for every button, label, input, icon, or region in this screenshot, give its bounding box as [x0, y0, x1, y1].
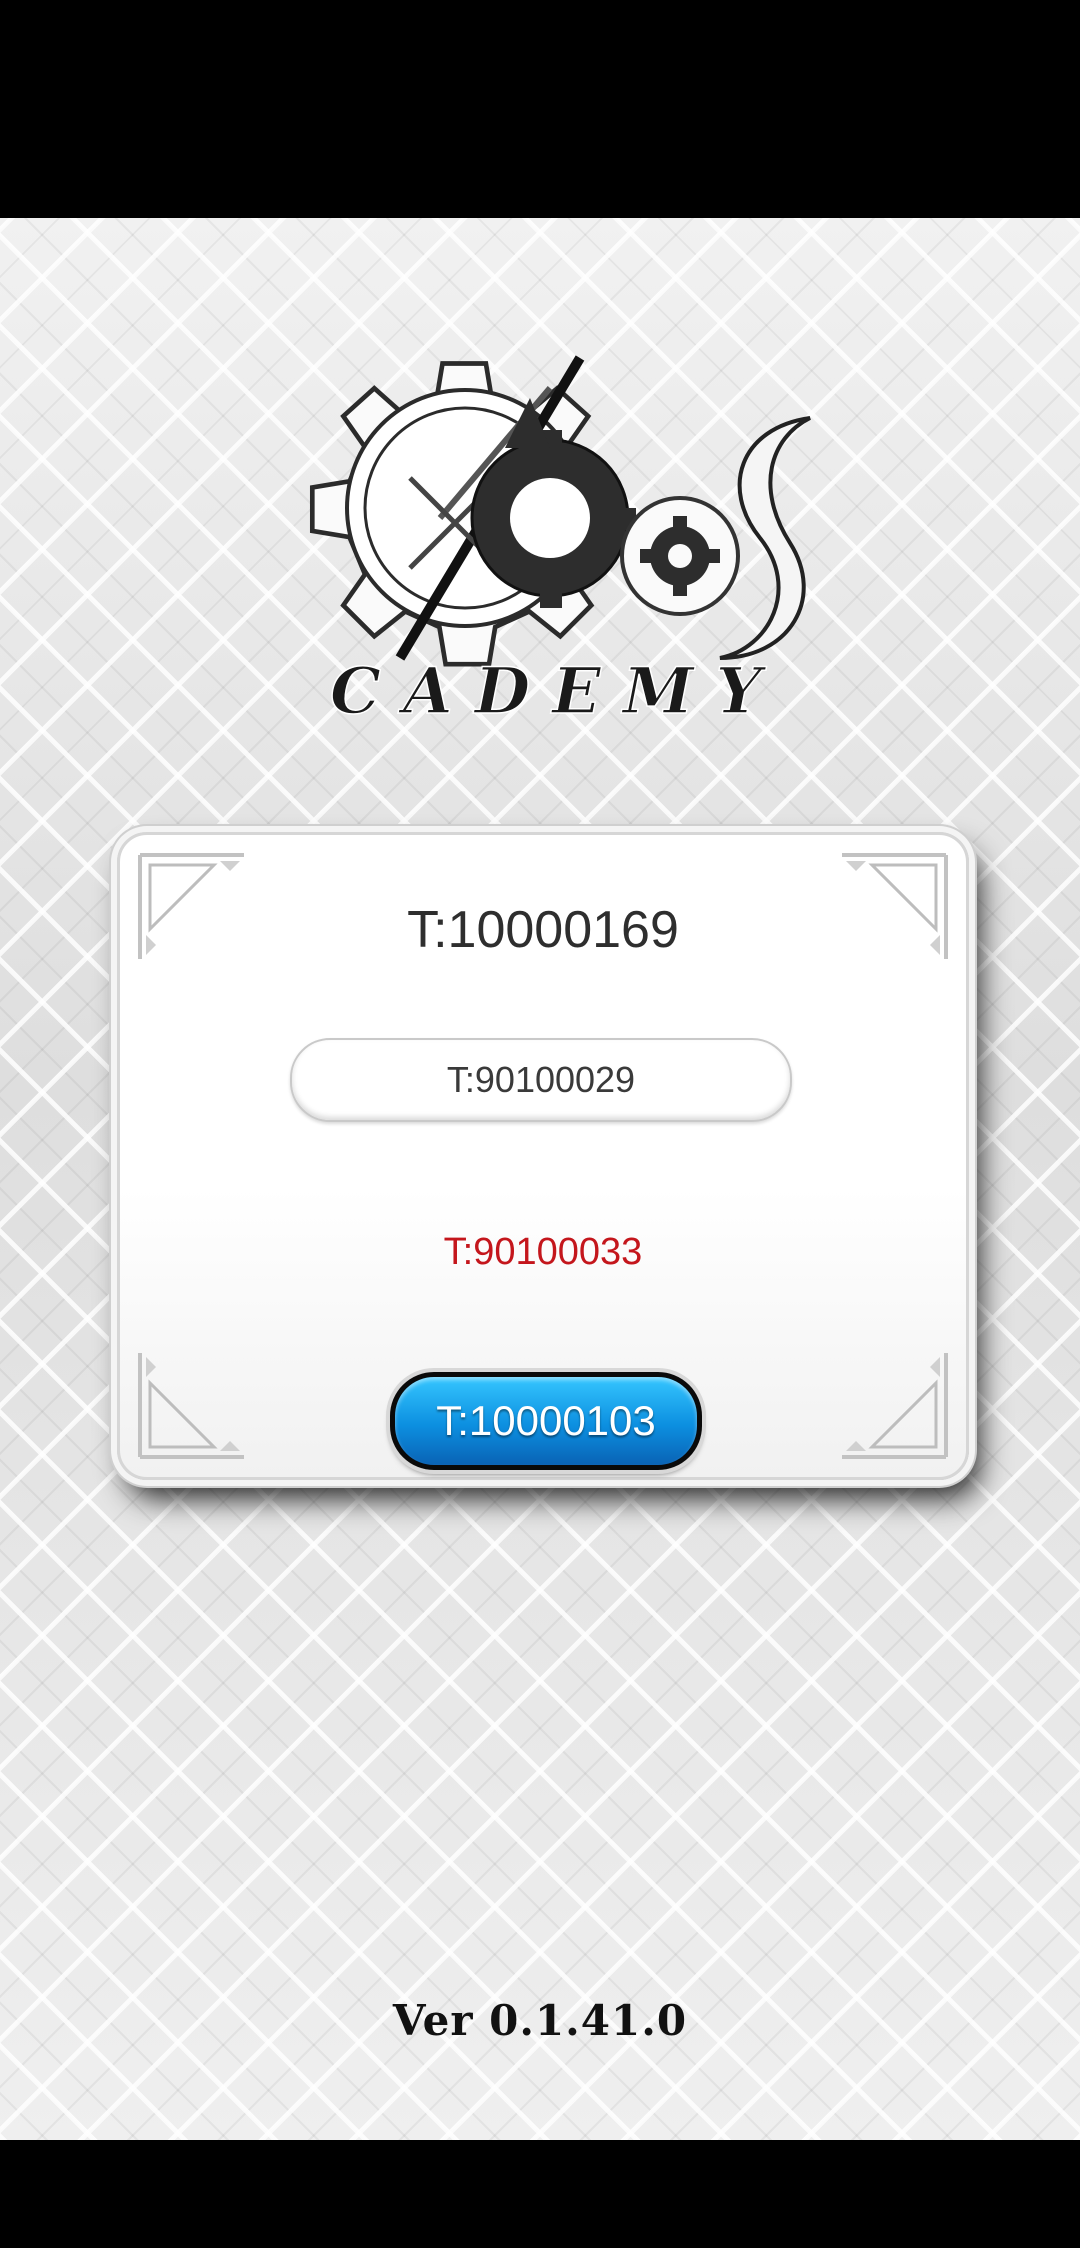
academy-logo: CADEMY — [309, 355, 811, 718]
error-message: T:90100033 — [443, 1231, 643, 1273]
status-bar — [0, 0, 1080, 218]
text-field-value: T:90100029 — [446, 1059, 636, 1100]
corner-ornament-icon — [138, 1353, 244, 1459]
confirm-button[interactable]: T:10000103 — [390, 1372, 702, 1470]
dialog-panel: T:10000169 T:90100029 T:90100033 T:10000… — [117, 832, 969, 1480]
version-label: Ver 0.1.41.0 — [392, 1996, 688, 2045]
small-gear-icon — [620, 496, 740, 616]
navigation-bar — [0, 2140, 1080, 2248]
text-field[interactable]: T:90100029 — [290, 1038, 792, 1122]
confirm-button-label: T:10000103 — [436, 1397, 656, 1444]
dialog-title: T:10000169 — [407, 901, 679, 959]
corner-ornament-icon — [842, 1353, 948, 1459]
app-screen: CADEMY T:10000169 T:90100029 T:90100033 — [0, 218, 1080, 2140]
logo-wordmark: CADEMY — [330, 654, 783, 718]
